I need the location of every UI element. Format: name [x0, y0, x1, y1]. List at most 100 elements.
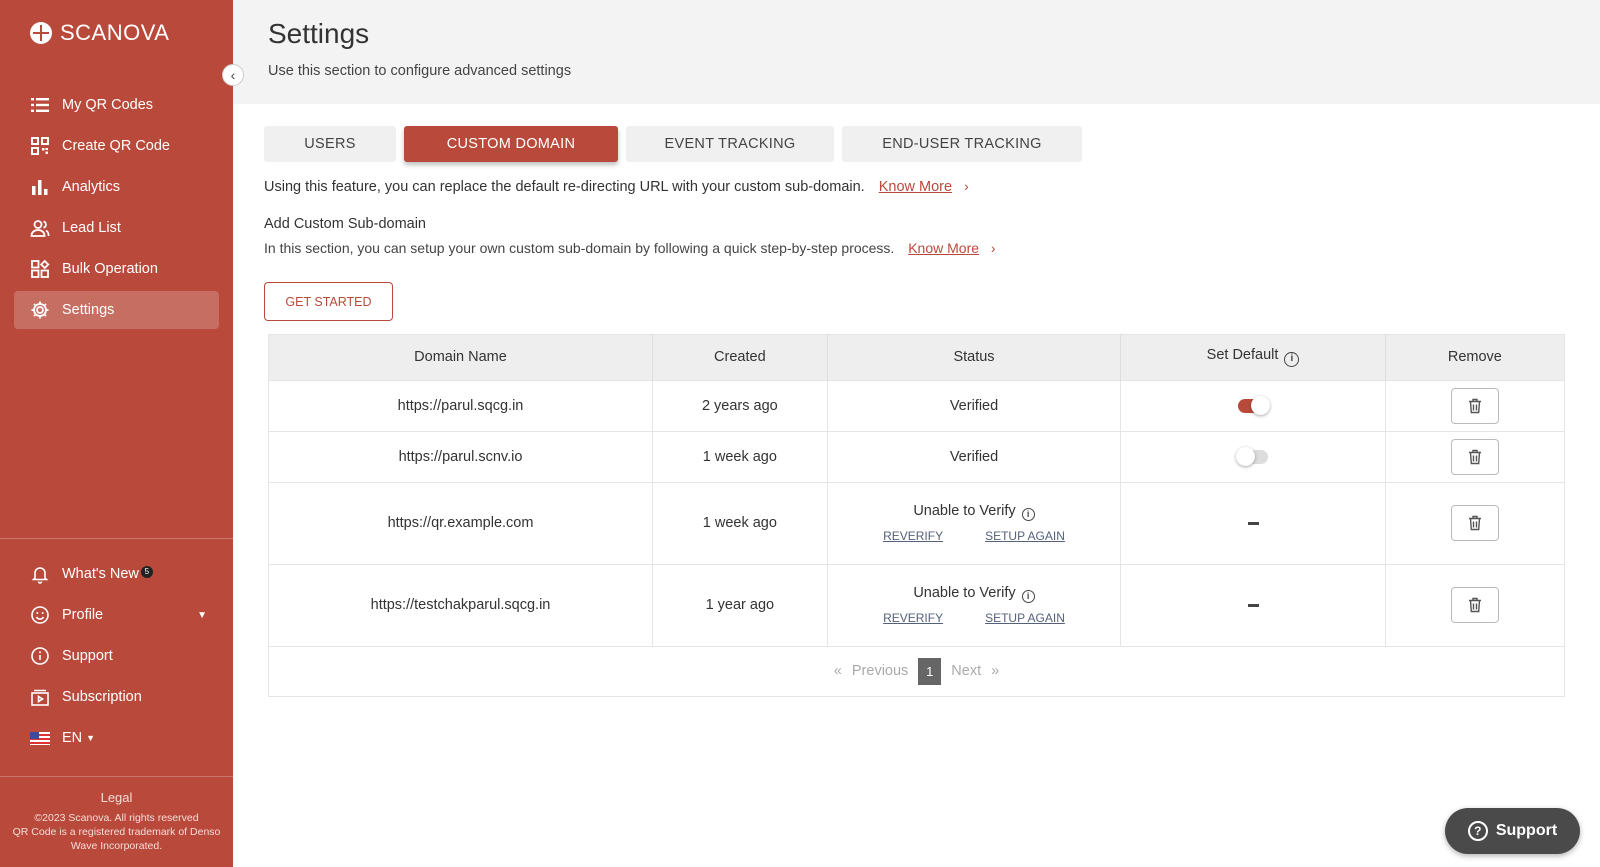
delete-button[interactable] — [1450, 505, 1499, 541]
tab-custom-domain[interactable]: CUSTOM DOMAIN — [404, 126, 618, 162]
created-date: 1 week ago — [652, 481, 828, 564]
chevron-right-icon: › — [964, 178, 969, 194]
page-subtitle: Use this section to configure advanced s… — [268, 63, 572, 79]
delete-button[interactable] — [1450, 387, 1499, 424]
info-icon[interactable]: i — [1284, 352, 1300, 368]
sidebar-item-label: Bulk Operation — [62, 261, 158, 277]
bell-icon — [30, 564, 50, 584]
reverify-link[interactable]: REVERIFY — [883, 529, 943, 543]
column-header: Domain Name — [269, 335, 653, 380]
domain-name: https://parul.scnv.io — [269, 430, 653, 482]
table-row: https://testchakparul.sqcg.in 1 year ago… — [269, 563, 1564, 646]
setup-again-link[interactable]: SETUP AGAIN — [985, 611, 1065, 625]
language-label: EN — [62, 730, 83, 746]
know-more-link[interactable]: Know More — [908, 240, 979, 256]
scanova-logo-icon — [30, 22, 52, 44]
trash-icon — [1468, 398, 1481, 413]
pagination: « Previous 1 Next » — [269, 657, 1564, 685]
sidebar-item-create-qr-code[interactable]: Create QR Code — [14, 127, 219, 165]
reverify-link[interactable]: REVERIFY — [883, 611, 943, 625]
table-row: https://parul.sqcg.in 2 years ago Verifi… — [269, 379, 1564, 431]
sidebar-item-subscription[interactable]: Subscription — [14, 678, 219, 716]
column-header: Remove — [1385, 335, 1564, 380]
created-date: 2 years ago — [652, 379, 828, 431]
list-icon — [30, 95, 50, 115]
sidebar-item-label: My QR Codes — [62, 97, 154, 113]
status-cell: Unable to Verify i REVERIFY SETUP AGAIN — [827, 481, 1122, 564]
know-more-link[interactable]: Know More — [879, 179, 952, 195]
sidebar-item-analytics[interactable]: Analytics — [14, 168, 219, 206]
tab-users[interactable]: USERS — [264, 126, 396, 162]
column-header: Created — [652, 335, 828, 380]
support-chat-button[interactable]: ? Support — [1445, 808, 1580, 854]
sidebar-divider — [0, 538, 233, 539]
footer-divider — [0, 776, 233, 777]
no-default-dash — [1247, 521, 1259, 525]
chevron-down-icon: ▼ — [197, 609, 207, 621]
sidebar-item-label: Subscription — [62, 689, 142, 705]
subscription-icon — [30, 687, 50, 707]
set-default-toggle[interactable] — [1236, 446, 1269, 466]
delete-button[interactable] — [1450, 438, 1499, 475]
sidebar: SCANOVA My QR Codes Create QR Code Analy… — [0, 0, 233, 867]
users-icon — [30, 218, 50, 238]
info-icon[interactable]: i — [1021, 508, 1035, 521]
sidebar-item-my-qr-codes[interactable]: My QR Codes — [14, 86, 219, 124]
legal-link[interactable]: Legal — [0, 790, 233, 805]
status-cell: Unable to Verify i REVERIFY SETUP AGAIN — [827, 563, 1122, 646]
table-row: https://qr.example.com 1 week ago Unable… — [269, 481, 1564, 564]
sidebar-item-settings[interactable]: Settings — [14, 291, 219, 329]
status-text: Verified — [827, 379, 1122, 431]
next-page-button[interactable]: Next — [951, 663, 981, 679]
trash-icon — [1468, 449, 1481, 464]
get-started-button[interactable]: GET STARTED — [264, 282, 393, 321]
sidebar-item-label: Create QR Code — [62, 138, 170, 154]
sidebar-item-support[interactable]: Support — [14, 637, 219, 675]
status-text: Unable to Verify — [913, 503, 1016, 519]
bar-chart-icon — [30, 177, 50, 197]
column-header: Set Default i — [1120, 335, 1386, 380]
us-flag-icon — [30, 728, 50, 748]
created-date: 1 week ago — [652, 430, 828, 482]
domain-name: https://testchakparul.sqcg.in — [269, 563, 653, 646]
domains-table: Domain Name Created Status Set Default i … — [268, 334, 1565, 697]
column-header: Status — [827, 335, 1122, 380]
set-default-toggle[interactable] — [1238, 395, 1271, 415]
collapse-sidebar-button[interactable]: ‹ — [222, 64, 244, 86]
tab-event-tracking[interactable]: EVENT TRACKING — [626, 126, 834, 162]
sidebar-item-profile[interactable]: Profile ▼ — [14, 596, 219, 634]
pagination-row: « Previous 1 Next » — [269, 645, 1564, 696]
previous-page-button[interactable]: Previous — [852, 663, 908, 679]
whats-new-badge: 5 — [140, 566, 153, 578]
chevron-left-icon: ‹ — [230, 67, 236, 83]
sidebar-item-label: What's New 5 — [62, 566, 153, 582]
brand-logo[interactable]: SCANOVA — [30, 20, 169, 46]
trash-icon — [1468, 515, 1481, 531]
status-text: Verified — [827, 430, 1122, 482]
language-selector[interactable]: EN ▼ — [14, 719, 219, 757]
tab-end-user-tracking[interactable]: END-USER TRACKING — [842, 126, 1082, 162]
sidebar-item-bulk-operation[interactable]: Bulk Operation — [14, 250, 219, 288]
sidebar-item-label: Lead List — [62, 220, 121, 236]
delete-button[interactable] — [1450, 587, 1499, 623]
question-icon: ? — [1467, 821, 1488, 841]
qr-code-icon — [30, 136, 50, 156]
previous-arrow-icon[interactable]: « — [834, 663, 842, 679]
setup-again-link[interactable]: SETUP AGAIN — [985, 529, 1065, 543]
table-row: https://parul.scnv.io 1 week ago Verifie… — [269, 430, 1564, 482]
section-heading: Add Custom Sub-domain — [264, 216, 426, 232]
page-number-button[interactable]: 1 — [918, 657, 942, 685]
sidebar-item-whats-new[interactable]: What's New 5 — [14, 555, 219, 593]
no-default-dash — [1247, 603, 1259, 607]
info-icon[interactable]: i — [1021, 590, 1035, 603]
support-button-label: Support — [1495, 822, 1558, 839]
intro-text: Using this feature, you can replace the … — [264, 179, 865, 195]
sidebar-item-lead-list[interactable]: Lead List — [14, 209, 219, 247]
status-text: Unable to Verify — [913, 585, 1016, 601]
brand-name: SCANOVA — [60, 20, 170, 45]
page-title: Settings — [268, 18, 370, 49]
page-header: Settings Use this section to configure a… — [233, 0, 1600, 104]
sidebar-bottom-nav: What's New 5 Profile ▼ Support Subscripti… — [14, 555, 219, 760]
next-arrow-icon[interactable]: » — [991, 663, 999, 679]
sidebar-item-label: Settings — [62, 302, 115, 318]
